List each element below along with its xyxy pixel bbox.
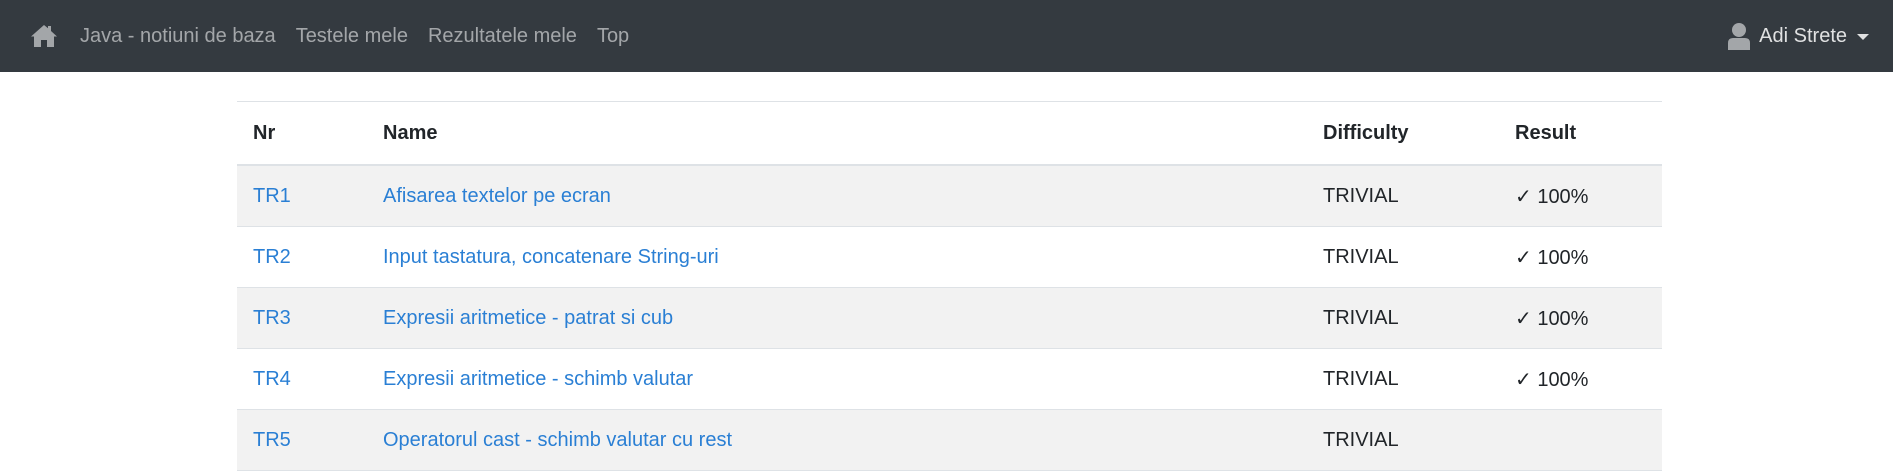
test-name-link[interactable]: Afisarea textelor pe ecran — [383, 185, 611, 207]
table-row: TR1 Afisarea textelor pe ecran TRIVIAL ✓… — [237, 165, 1662, 227]
test-id-link[interactable]: TR4 — [253, 368, 291, 390]
home-icon[interactable] — [30, 22, 60, 50]
nav-link-top[interactable]: Top — [597, 25, 629, 48]
test-name-link[interactable]: Operatorul cast - schimb valutar cu rest — [383, 429, 732, 451]
result-cell: ✓ 100% — [1499, 165, 1662, 227]
table-row: TR4 Expresii aritmetice - schimb valutar… — [237, 348, 1662, 410]
test-id-link[interactable]: TR2 — [253, 246, 291, 268]
difficulty-cell: TRIVIAL — [1307, 226, 1499, 288]
tests-table: Nr Name Difficulty Result TR1 Afisarea t… — [237, 101, 1662, 471]
result-cell: ✓ 100% — [1499, 348, 1662, 410]
test-name-link[interactable]: Expresii aritmetice - schimb valutar — [383, 368, 693, 390]
nav-link-java-basics[interactable]: Java - notiuni de baza — [80, 25, 276, 48]
nav-link-my-results[interactable]: Rezultatele mele — [428, 25, 577, 48]
header-result: Result — [1499, 101, 1662, 166]
difficulty-cell: TRIVIAL — [1307, 287, 1499, 349]
table-row: TR2 Input tastatura, concatenare String-… — [237, 226, 1662, 288]
result-cell: ✓ 100% — [1499, 287, 1662, 349]
header-name: Name — [367, 101, 1307, 166]
main-content: Nr Name Difficulty Result TR1 Afisarea t… — [237, 101, 1662, 471]
difficulty-cell: TRIVIAL — [1307, 348, 1499, 410]
table-row: TR3 Expresii aritmetice - patrat si cub … — [237, 287, 1662, 349]
user-name: Adi Strete — [1759, 24, 1847, 47]
table-header-row: Nr Name Difficulty Result — [237, 101, 1662, 166]
user-icon — [1727, 21, 1753, 51]
header-nr: Nr — [237, 101, 367, 166]
test-id-link[interactable]: TR5 — [253, 429, 291, 451]
user-menu-toggle[interactable]: Adi Strete — [1727, 21, 1869, 51]
test-id-link[interactable]: TR3 — [253, 307, 291, 329]
difficulty-cell: TRIVIAL — [1307, 409, 1499, 471]
header-difficulty: Difficulty — [1307, 101, 1499, 166]
nav-left-group: Java - notiuni de baza Testele mele Rezu… — [30, 22, 649, 50]
chevron-down-icon — [1857, 34, 1869, 40]
test-name-link[interactable]: Input tastatura, concatenare String-uri — [383, 246, 719, 268]
table-row: TR5 Operatorul cast - schimb valutar cu … — [237, 409, 1662, 471]
top-navbar: Java - notiuni de baza Testele mele Rezu… — [0, 0, 1893, 72]
test-id-link[interactable]: TR1 — [253, 185, 291, 207]
test-name-link[interactable]: Expresii aritmetice - patrat si cub — [383, 307, 673, 329]
result-cell — [1499, 409, 1662, 471]
result-cell: ✓ 100% — [1499, 226, 1662, 288]
difficulty-cell: TRIVIAL — [1307, 165, 1499, 227]
nav-link-my-tests[interactable]: Testele mele — [296, 25, 408, 48]
